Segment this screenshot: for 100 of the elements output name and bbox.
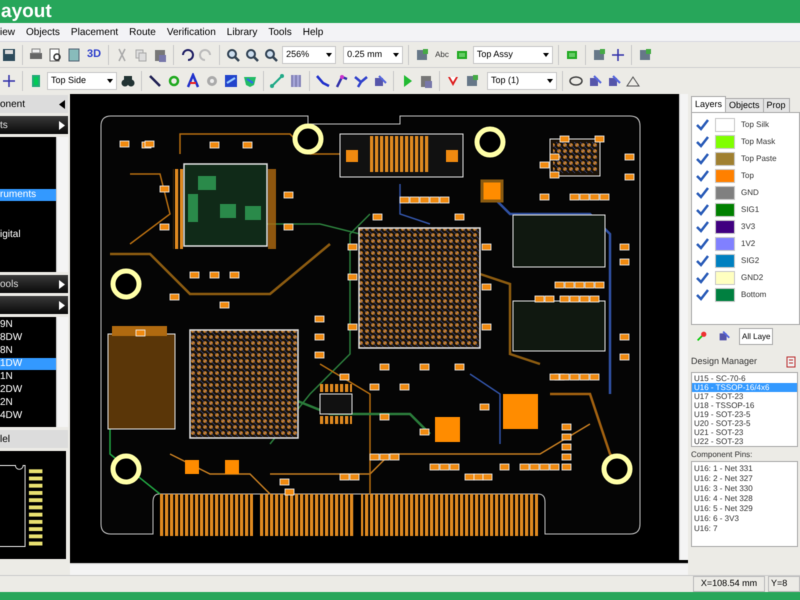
dropdown[interactable]: Top Assy bbox=[472, 46, 553, 64]
zoom-in-icon[interactable] bbox=[225, 46, 242, 62]
binoculars-icon[interactable] bbox=[120, 73, 136, 89]
menu-item[interactable]: Library bbox=[226, 24, 258, 40]
layer-color-swatch[interactable] bbox=[715, 152, 735, 166]
list-item[interactable]: U16: 4 - Net 328 bbox=[692, 494, 797, 504]
list-item[interactable]: U21 - SOT-23 bbox=[692, 428, 797, 437]
layer-checkbox[interactable] bbox=[695, 220, 709, 234]
layer-color-swatch[interactable] bbox=[715, 236, 735, 250]
list-item[interactable]: 2DW bbox=[0, 384, 56, 396]
image-icon[interactable] bbox=[66, 46, 82, 62]
layer-checkbox[interactable] bbox=[695, 270, 709, 284]
layer-checkbox[interactable] bbox=[695, 288, 709, 302]
list-item[interactable]: 4DW bbox=[0, 410, 56, 422]
layer-checkbox[interactable] bbox=[695, 152, 709, 166]
menu-item[interactable]: iew bbox=[0, 24, 16, 40]
dropdown[interactable]: Top (1) bbox=[487, 72, 557, 90]
panel-header[interactable]: ts bbox=[0, 116, 68, 134]
menu-item[interactable]: Verification bbox=[166, 24, 216, 40]
layer-checkbox[interactable] bbox=[695, 186, 709, 200]
crosshair-icon[interactable] bbox=[1, 73, 17, 89]
layer-color-swatch[interactable] bbox=[715, 202, 735, 216]
panel-header[interactable]: lel bbox=[0, 430, 68, 448]
layer-name: SIG1 bbox=[741, 204, 760, 216]
tab[interactable]: Objects bbox=[725, 98, 764, 112]
list-item[interactable]: U17 - SOT-23 bbox=[692, 392, 797, 401]
menu-item[interactable]: Route bbox=[129, 24, 156, 40]
zoom-fit-icon[interactable] bbox=[263, 46, 280, 62]
scrollbar[interactable] bbox=[56, 137, 68, 272]
document-icon[interactable] bbox=[786, 356, 796, 368]
menu-item[interactable]: Placement bbox=[70, 24, 118, 40]
layer-checkbox[interactable] bbox=[695, 236, 709, 250]
pushpin-icon[interactable] bbox=[695, 329, 709, 343]
view-3d-button[interactable]: 3D bbox=[85, 46, 104, 63]
layer-checkbox[interactable] bbox=[695, 134, 709, 148]
text-tool-button[interactable]: Abc bbox=[433, 48, 451, 60]
layer-name: 3V3 bbox=[741, 220, 756, 232]
undo-icon[interactable] bbox=[179, 46, 196, 62]
list-item[interactable]: U22 - SOT-23 bbox=[692, 437, 797, 446]
list-item[interactable]: U18 - TSSOP-16 bbox=[692, 401, 797, 410]
list-item[interactable]: U19 - SOT-23-5 bbox=[692, 410, 797, 419]
save-icon[interactable] bbox=[1, 46, 17, 62]
scrollbar[interactable] bbox=[679, 94, 688, 560]
expand-arrow-icon[interactable] bbox=[59, 120, 65, 130]
list-item[interactable]: 8DW bbox=[0, 332, 56, 344]
dropdown-arrow-icon[interactable] bbox=[393, 52, 400, 56]
expand-arrow-icon[interactable] bbox=[59, 300, 65, 310]
tab[interactable]: Prop bbox=[762, 98, 790, 112]
panel-header[interactable]: onent bbox=[0, 95, 68, 113]
layer-color-swatch[interactable] bbox=[715, 270, 735, 284]
layer-color-swatch[interactable] bbox=[715, 220, 735, 234]
layer-color-swatch[interactable] bbox=[715, 118, 735, 132]
dropdown-arrow-icon[interactable] bbox=[547, 79, 553, 83]
y-coordinate: Y=8 bbox=[768, 576, 800, 592]
dropdown[interactable]: All Laye bbox=[739, 328, 774, 344]
dropdown-arrow-icon[interactable] bbox=[542, 52, 549, 56]
list-item[interactable]: 8N bbox=[0, 345, 56, 357]
menu-item[interactable]: Objects bbox=[26, 24, 60, 40]
layer-color-swatch[interactable] bbox=[715, 168, 735, 182]
text-icon[interactable] bbox=[185, 73, 201, 89]
list-item[interactable]: U16: 5 - Net 329 bbox=[692, 504, 797, 514]
list-item[interactable]: U16: 1 - Net 331 bbox=[692, 464, 797, 474]
list-item[interactable]: 9N bbox=[0, 319, 56, 331]
list-item[interactable]: U16: 2 - Net 327 bbox=[692, 474, 797, 484]
layer-checkbox[interactable] bbox=[695, 118, 709, 132]
layer-color-swatch[interactable] bbox=[715, 186, 735, 200]
list-item[interactable]: U16: 6 - 3V3 bbox=[692, 514, 797, 524]
scrollbar[interactable] bbox=[70, 563, 688, 575]
layer-checkbox[interactable] bbox=[695, 168, 709, 182]
tab[interactable]: Layers bbox=[691, 96, 726, 112]
grid-icon[interactable] bbox=[288, 73, 304, 89]
list-item[interactable]: U15 - SC-70-6 bbox=[692, 374, 797, 383]
layer-color-swatch[interactable] bbox=[715, 134, 735, 148]
dropdown[interactable]: 0.25 mm bbox=[343, 46, 404, 64]
layer-checkbox[interactable] bbox=[695, 254, 709, 268]
panel-header[interactable] bbox=[0, 296, 68, 314]
menu-item[interactable]: Tools bbox=[268, 24, 292, 40]
zoom-out-icon[interactable] bbox=[244, 46, 260, 62]
scrollbar[interactable] bbox=[56, 317, 68, 427]
list-item[interactable]: 2N bbox=[0, 397, 56, 409]
expand-arrow-icon[interactable] bbox=[59, 280, 65, 288]
list-item[interactable]: U16: 7 bbox=[692, 524, 797, 534]
dropdown[interactable]: Top Side bbox=[47, 72, 117, 90]
dropdown-arrow-icon[interactable] bbox=[326, 52, 332, 56]
print-preview-icon[interactable] bbox=[47, 46, 63, 62]
list-item[interactable]: igital bbox=[0, 229, 56, 241]
list-item[interactable]: U16: 3 - Net 330 bbox=[692, 484, 797, 494]
dropdown[interactable]: 256% bbox=[282, 46, 336, 64]
list-item[interactable]: 1N bbox=[0, 371, 56, 383]
dropdown-arrow-icon[interactable] bbox=[107, 79, 113, 83]
layer-name: Top Mask bbox=[741, 136, 776, 148]
trace-icon[interactable] bbox=[147, 73, 163, 89]
layer-color-swatch[interactable] bbox=[715, 254, 735, 268]
layer-checkbox[interactable] bbox=[695, 202, 709, 216]
menu-item[interactable]: Help bbox=[302, 24, 324, 40]
panel-header[interactable]: ools bbox=[0, 275, 68, 293]
layer-color-swatch[interactable] bbox=[715, 288, 735, 302]
collapse-arrow-icon[interactable] bbox=[59, 100, 65, 108]
polygon-icon[interactable] bbox=[223, 73, 239, 89]
list-item[interactable]: U20 - SOT-23-5 bbox=[692, 419, 797, 428]
